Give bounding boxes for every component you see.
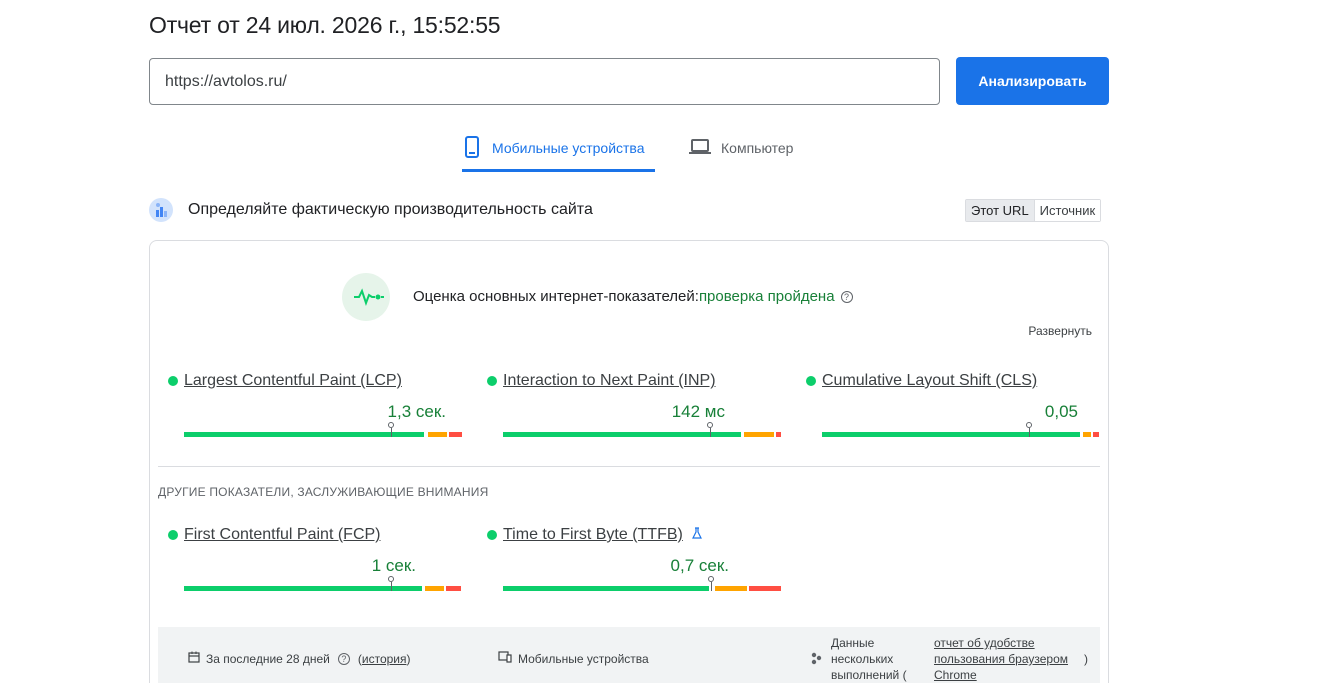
distribution-bar <box>184 422 462 437</box>
status-dot <box>168 530 178 540</box>
metric-ttfb-name[interactable]: Time to First Byte (TTFB) <box>503 526 683 544</box>
status-dot <box>806 376 816 386</box>
help-icon[interactable]: ? <box>337 652 350 665</box>
data-line-1: Данные <box>831 636 875 650</box>
devices-icon <box>498 651 512 666</box>
period-info: За последние 28 дней ? (история) <box>188 651 411 666</box>
metric-lcp-value: 1,3 сек. <box>387 402 446 421</box>
distribution-bar <box>822 422 1100 437</box>
data-line-2: нескольких <box>831 652 894 666</box>
device-info: Мобильные устройства <box>498 651 649 666</box>
divider <box>158 466 1100 467</box>
assessment-label: Оценка основных интернет-показателей: <box>413 288 699 305</box>
data-line-3: выполнений ( <box>831 668 907 682</box>
metric-cls-name[interactable]: Cumulative Layout Shift (CLS) <box>822 372 1037 390</box>
field-data-card: Оценка основных интернет-показателей:про… <box>149 240 1109 683</box>
calendar-icon <box>188 651 200 666</box>
report-title: Отчет от 24 июл. 2026 г., 15:52:55 <box>149 12 501 38</box>
period-label: За последние 28 дней <box>206 651 330 666</box>
laptop-icon <box>689 134 711 158</box>
crux-link-line-1[interactable]: отчет об удобстве <box>934 635 1068 651</box>
device-label: Мобильные устройства <box>518 651 649 666</box>
url-input[interactable] <box>149 58 940 105</box>
crux-link-line-2[interactable]: пользования браузером <box>934 651 1068 667</box>
data-source-info: Данные нескольких выполнений ( отчет об … <box>809 635 1088 683</box>
mobile-icon <box>462 134 482 158</box>
metric-ttfb-value: 0,7 сек. <box>670 556 729 575</box>
metric-cls-value: 0,05 <box>1044 402 1078 421</box>
experimental-flask-icon <box>691 526 703 544</box>
history-link[interactable]: история <box>362 652 407 666</box>
metric-lcp-name[interactable]: Largest Contentful Paint (LCP) <box>184 372 402 390</box>
status-dot <box>487 376 497 386</box>
field-data-title: Определяйте фактическую производительнос… <box>188 201 593 218</box>
metric-fcp-value: 1 сек. <box>371 556 416 575</box>
tab-mobile-label: Мобильные устройства <box>492 140 645 156</box>
metric-lcp: Largest Contentful Paint (LCP) 1,3 сек. <box>168 372 462 437</box>
crux-link-line-3[interactable]: Chrome <box>934 667 1068 683</box>
metric-inp-name[interactable]: Interaction to Next Paint (INP) <box>503 372 716 390</box>
expand-button[interactable]: Развернуть <box>1028 324 1092 338</box>
users-icon <box>809 651 823 668</box>
field-data-footer: За последние 28 дней ? (история) Мобильн… <box>158 627 1100 683</box>
metric-ttfb: Time to First Byte (TTFB) 0,7 сек. <box>487 526 781 591</box>
field-data-header: Определяйте фактическую производительнос… <box>149 198 593 222</box>
history-close: ) <box>406 651 411 666</box>
distribution-bar <box>503 422 781 437</box>
tab-desktop[interactable]: Компьютер <box>689 134 793 172</box>
analyze-button[interactable]: Анализировать <box>956 57 1109 105</box>
distribution-bar <box>503 576 781 591</box>
assessment-text: Оценка основных интернет-показателей:про… <box>413 288 853 305</box>
toggle-origin[interactable]: Источник <box>1034 200 1101 221</box>
tab-desktop-label: Компьютер <box>721 140 794 156</box>
metric-fcp: First Contentful Paint (FCP) 1 сек. <box>168 526 461 591</box>
users-data-icon <box>149 198 173 222</box>
tab-mobile[interactable]: Мобильные устройства <box>462 134 655 172</box>
toggle-this-url[interactable]: Этот URL <box>966 200 1035 221</box>
crux-report-link[interactable]: отчет об удобстве пользования браузером … <box>934 635 1068 683</box>
metric-fcp-name[interactable]: First Contentful Paint (FCP) <box>184 526 381 544</box>
assessment-status: проверка пройдена <box>698 288 835 305</box>
metric-inp: Interaction to Next Paint (INP) 142 мс <box>487 372 781 437</box>
other-metrics-title: ДРУГИЕ ПОКАЗАТЕЛИ, ЗАСЛУЖИВАЮЩИЕ ВНИМАНИ… <box>158 485 489 499</box>
metric-cls: Cumulative Layout Shift (CLS) 0,05 <box>806 372 1099 437</box>
url-origin-toggle: Этот URL Источник <box>965 199 1102 222</box>
status-dot <box>487 530 497 540</box>
metric-inp-value: 142 мс <box>671 402 725 421</box>
help-icon[interactable]: ? <box>840 291 853 303</box>
vitals-pulse-icon <box>342 273 390 321</box>
crux-close: ) <box>1084 652 1089 666</box>
status-dot <box>168 376 178 386</box>
distribution-bar <box>184 576 462 591</box>
